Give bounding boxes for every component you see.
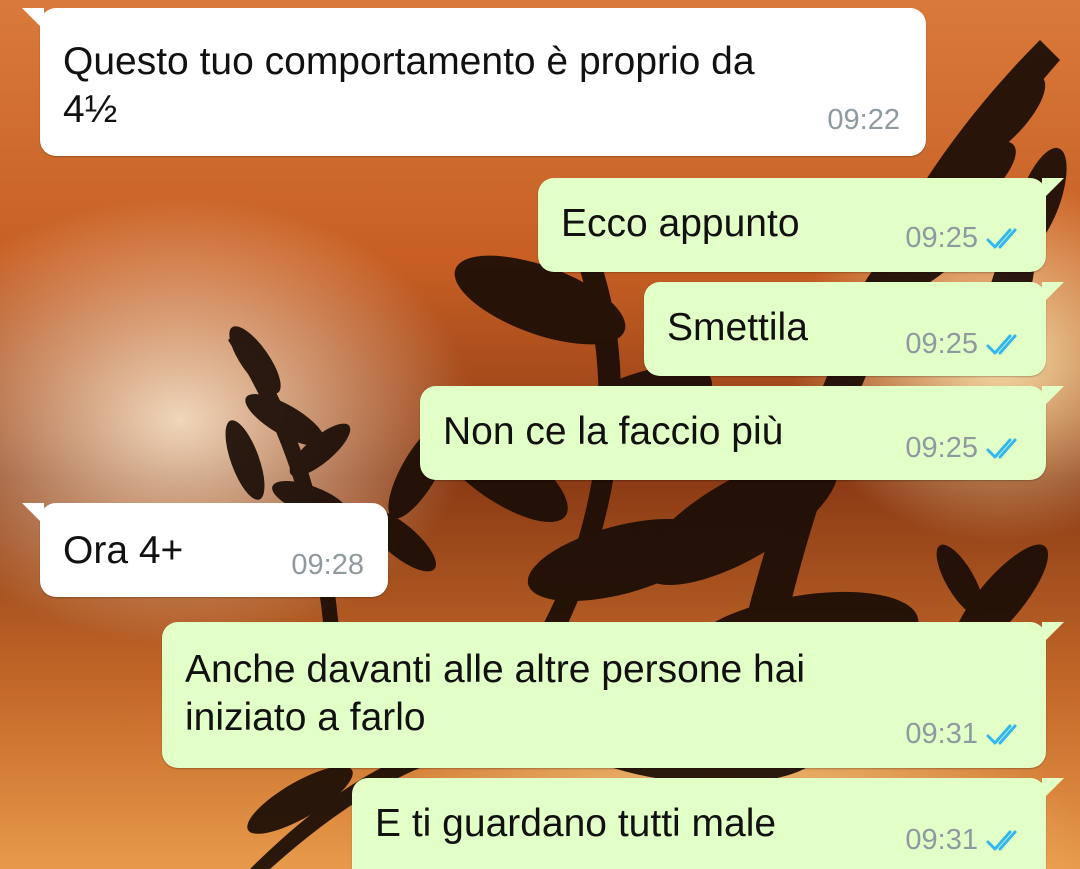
message-bubble-outgoing[interactable]: Ecco appunto 09:25 xyxy=(538,178,1064,272)
message-bubble-incoming[interactable]: Ora 4+ 09:28 xyxy=(22,503,388,597)
message-bubble-outgoing[interactable]: Smettila 09:25 xyxy=(644,282,1064,376)
message-time: 09:25 xyxy=(905,222,978,254)
message-text: Ecco appunto xyxy=(561,202,800,245)
double-check-read-icon xyxy=(986,228,1017,248)
double-check-read-icon xyxy=(986,830,1017,850)
double-check-read-icon xyxy=(986,724,1017,744)
message-time: 09:22 xyxy=(827,104,900,136)
message-time: 09:28 xyxy=(291,549,364,581)
message-text: Anche davanti alle altre persone hai ini… xyxy=(185,648,806,739)
message-bubble-outgoing[interactable]: E ti guardano tutti male 09:31 xyxy=(352,778,1064,869)
message-text: Questo tuo comportamento è proprio da 4½ xyxy=(63,40,755,131)
message-meta: 09:28 xyxy=(291,549,364,582)
message-meta: 09:22 xyxy=(827,104,900,137)
message-meta: 09:31 xyxy=(905,824,1026,857)
message-text: Non ce la faccio più xyxy=(443,410,784,453)
message-bubble-outgoing[interactable]: Non ce la faccio più 09:25 xyxy=(420,386,1064,480)
message-text: Ora 4+ xyxy=(63,529,184,572)
message-time: 09:25 xyxy=(905,432,978,464)
message-meta: 09:25 xyxy=(905,328,1026,361)
message-text: Smettila xyxy=(667,306,808,349)
message-bubble-incoming[interactable]: Questo tuo comportamento è proprio da 4½… xyxy=(22,8,926,156)
message-time: 09:31 xyxy=(905,824,978,856)
message-time: 09:31 xyxy=(905,718,978,750)
double-check-read-icon xyxy=(986,334,1017,354)
message-meta: 09:25 xyxy=(905,432,1026,465)
message-time: 09:25 xyxy=(905,328,978,360)
message-meta: 09:31 xyxy=(905,718,1026,751)
double-check-read-icon xyxy=(986,438,1017,458)
message-bubble-outgoing[interactable]: Anche davanti alle altre persone hai ini… xyxy=(162,622,1064,768)
message-meta: 09:25 xyxy=(905,222,1026,255)
message-text: E ti guardano tutti male xyxy=(375,802,777,845)
